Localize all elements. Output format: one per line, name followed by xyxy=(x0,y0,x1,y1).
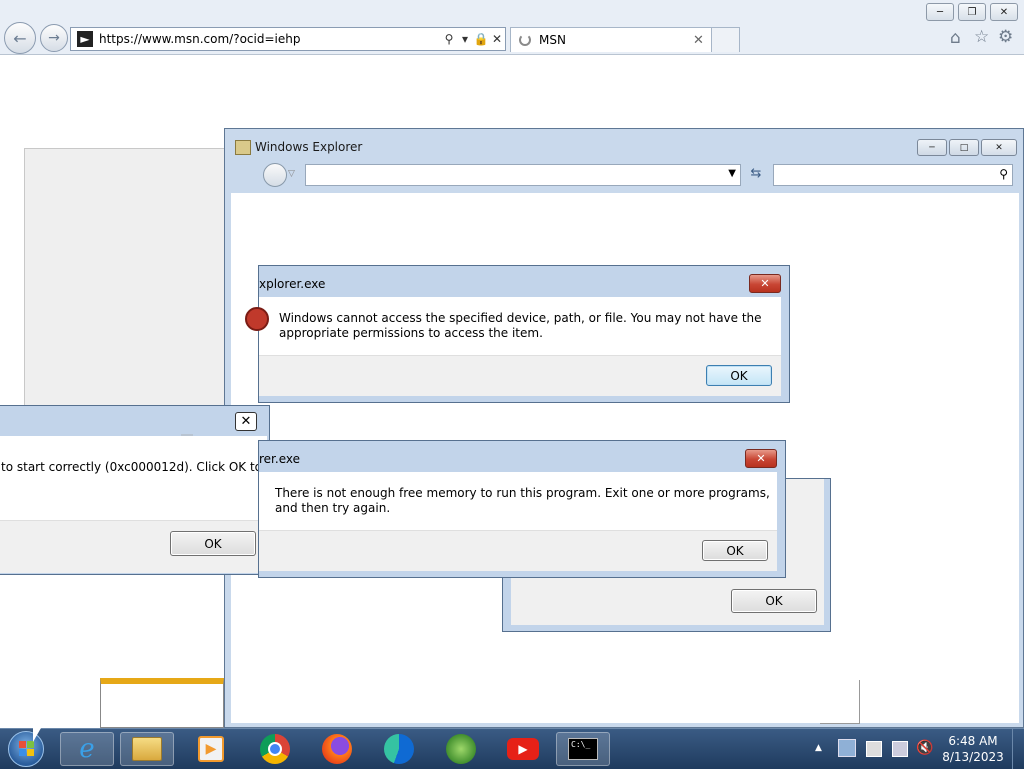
monitor-icon[interactable] xyxy=(892,741,908,757)
action-center-icon[interactable] xyxy=(866,741,882,757)
mouse-cursor-icon xyxy=(33,728,41,742)
explorer-address-input[interactable]: ▼ xyxy=(305,164,741,186)
favorites-star-icon[interactable]: ☆ xyxy=(974,27,989,47)
dropdown-icon[interactable]: ▾ xyxy=(457,32,473,46)
show-desktop-button[interactable] xyxy=(1012,729,1024,769)
chrome-icon xyxy=(260,734,290,764)
dialog-footer: OK xyxy=(259,355,781,396)
startup-error-dialog: ✕ to start correctly (0xc000012d). Click… xyxy=(0,405,270,575)
search-icon[interactable]: ⚲ xyxy=(999,167,1008,181)
clock-time: 6:48 AM xyxy=(948,734,998,748)
dialog-footer: OK xyxy=(0,520,267,573)
loading-spinner-icon xyxy=(519,34,531,46)
back-arrow-icon[interactable]: ← xyxy=(4,22,36,54)
close-icon[interactable]: ✕ xyxy=(749,274,781,293)
address-url[interactable]: https://www.msn.com/?ocid=iehp xyxy=(99,32,441,46)
window-title: Windows Explorer xyxy=(255,140,363,154)
back-arrow-icon[interactable] xyxy=(263,163,287,187)
taskbar-windows-explorer[interactable] xyxy=(120,732,174,766)
gear-icon[interactable]: ⚙ xyxy=(998,27,1013,47)
taskbar-command-prompt[interactable]: C:\_ xyxy=(556,732,610,766)
forward-arrow-icon[interactable]: → xyxy=(40,24,68,52)
folder-icon xyxy=(235,140,251,155)
taskbar-chrome[interactable] xyxy=(248,732,302,766)
explorer-search-input[interactable]: ⚲ xyxy=(773,164,1013,186)
taskbar-internet-explorer[interactable]: e xyxy=(60,732,114,766)
chevron-down-icon[interactable]: ▽ xyxy=(288,169,295,179)
close-button[interactable]: ✕ xyxy=(990,3,1018,21)
dialog-body: to start correctly (0xc000012d). Click O… xyxy=(0,436,267,520)
search-icon[interactable]: ⚲ xyxy=(441,32,457,46)
windows-logo-icon xyxy=(446,734,476,764)
network-icon[interactable] xyxy=(838,739,856,757)
minimize-button[interactable]: ─ xyxy=(917,139,947,156)
new-tab-button[interactable] xyxy=(711,27,740,52)
dialog-title: rer.exe xyxy=(259,452,300,466)
lock-icon[interactable]: 🔒 xyxy=(473,32,489,46)
close-icon[interactable]: ✕ xyxy=(235,412,257,431)
partial-window xyxy=(100,678,224,728)
windows-explorer-window: Windows Explorer ─ □ ✕ ▽ ▼ ⇆ ⚲ xyxy=(224,128,1024,728)
taskbar-youtube[interactable]: ▶ xyxy=(496,732,550,766)
taskbar-edge[interactable] xyxy=(372,732,426,766)
taskbar-windows-update[interactable] xyxy=(434,732,488,766)
dropdown-icon[interactable]: ▼ xyxy=(728,168,736,179)
tab-title: MSN xyxy=(539,33,566,47)
tab-msn[interactable]: MSN ✕ xyxy=(510,27,712,52)
maximize-button[interactable]: □ xyxy=(949,139,979,156)
close-button[interactable]: ✕ xyxy=(981,139,1017,156)
youtube-icon: ▶ xyxy=(507,738,539,760)
ok-button[interactable]: OK xyxy=(731,589,817,613)
dialog-message: to start correctly (0xc000012d). Click O… xyxy=(1,460,263,474)
close-icon[interactable]: ✕ xyxy=(745,449,777,468)
dialog-message: There is not enough free memory to run t… xyxy=(275,486,770,515)
tab-close-icon[interactable]: ✕ xyxy=(693,33,711,48)
out-of-memory-dialog: rer.exe ✕ There is not enough free memor… xyxy=(258,440,786,578)
site-favicon-icon: ► xyxy=(77,31,93,47)
restore-button[interactable]: ❐ xyxy=(958,3,986,21)
ok-button[interactable]: OK xyxy=(702,540,768,561)
volume-muted-icon[interactable]: 🔇 xyxy=(916,740,933,756)
show-hidden-icons-icon[interactable]: ▲ xyxy=(815,743,822,753)
home-icon[interactable]: ⌂ xyxy=(950,28,961,48)
internet-explorer-icon: e xyxy=(79,734,95,764)
access-denied-dialog: xplorer.exe ✕ Windows cannot access the … xyxy=(245,265,790,403)
ok-button[interactable]: OK xyxy=(170,531,256,556)
command-prompt-icon: C:\_ xyxy=(568,738,598,760)
firefox-icon xyxy=(322,734,352,764)
clock-date: 8/13/2023 xyxy=(942,750,1004,764)
partial-window-edge xyxy=(820,680,860,724)
edge-icon xyxy=(384,734,414,764)
dialog-body: There is not enough free memory to run t… xyxy=(259,472,777,530)
ok-button[interactable]: OK xyxy=(706,365,772,386)
system-clock[interactable]: 6:48 AM 8/13/2023 xyxy=(940,733,1006,765)
minimize-button[interactable]: ─ xyxy=(926,3,954,21)
taskbar: e ▶ ▶ C:\_ ▲ 🔇 6:48 AM 8/13/2023 xyxy=(0,728,1024,769)
taskbar-media-player[interactable]: ▶ xyxy=(184,732,238,766)
media-player-icon: ▶ xyxy=(198,736,224,762)
dialog-title: xplorer.exe xyxy=(259,277,326,291)
dialog-message: Windows cannot access the specified devi… xyxy=(279,311,762,340)
dialog-body: Windows cannot access the specified devi… xyxy=(245,297,781,355)
refresh-icon[interactable]: ⇆ xyxy=(745,164,767,184)
stop-icon[interactable]: ✕ xyxy=(489,32,505,46)
address-bar[interactable]: ► https://www.msn.com/?ocid=iehp ⚲ ▾ 🔒 ✕ xyxy=(70,27,506,51)
blank-window-panel xyxy=(24,148,258,408)
folder-icon xyxy=(132,737,162,761)
taskbar-firefox[interactable] xyxy=(310,732,364,766)
ie-browser-chrome: ← → ► https://www.msn.com/?ocid=iehp ⚲ ▾… xyxy=(0,0,1024,55)
dialog-footer: OK xyxy=(259,530,777,571)
error-icon xyxy=(245,307,269,331)
